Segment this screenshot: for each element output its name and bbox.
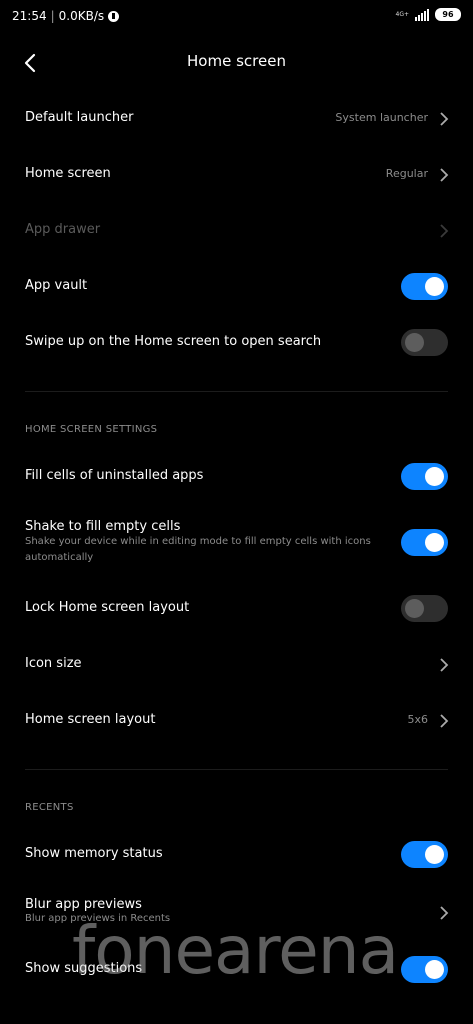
home-screen-layout-row[interactable]: Home screen layout 5x6 [0,694,473,746]
chevron-right-icon [439,111,449,126]
app-drawer-label: App drawer [25,222,101,237]
fill-cells-row: Fill cells of uninstalled apps [0,450,473,502]
section-divider [25,769,448,770]
signal-icon [415,8,429,21]
network-type: 4G+ [395,10,410,18]
shake-fill-description: Shake your device while in editing mode … [25,536,371,563]
chevron-right-icon [439,905,449,920]
home-screen-layout-label: Home screen layout [25,712,156,727]
memory-status-toggle[interactable] [401,841,448,868]
fill-cells-label: Fill cells of uninstalled apps [25,468,204,483]
network-speed: 0.0KB/s [58,9,105,23]
suggestions-toggle[interactable] [401,956,448,983]
app-vault-label: App vault [25,278,88,293]
memory-status-label: Show memory status [25,846,163,861]
default-launcher-label: Default launcher [25,110,134,125]
swipe-up-search-label: Swipe up on the Home screen to open sear… [25,334,322,349]
shake-fill-row: Shake to fill empty cells Shake your dev… [0,510,473,572]
status-time: 21:54 [12,9,47,23]
chevron-right-icon [439,657,449,672]
icon-size-label: Icon size [25,656,82,671]
suggestions-label: Show suggestions [25,961,143,976]
memory-status-row: Show memory status [0,828,473,880]
app-vault-toggle[interactable] [401,273,448,300]
shake-fill-label: Shake to fill empty cells [25,519,181,534]
blur-previews-label: Blur app previews [25,897,142,912]
vpn-key-icon [108,10,120,22]
lock-layout-label: Lock Home screen layout [25,600,190,615]
chevron-right-icon [439,713,449,728]
swipe-up-search-row: Swipe up on the Home screen to open sear… [0,316,473,368]
section-header-recents: RECENTS [25,802,74,813]
network-indicator: 4G+ [395,10,410,18]
status-separator: | [50,9,55,23]
blur-previews-description: Blur app previews in Recents [25,913,171,924]
section-divider [25,391,448,392]
lock-layout-toggle[interactable] [401,595,448,622]
chevron-right-icon [439,167,449,182]
app-drawer-row: App drawer [0,204,473,256]
home-screen-value: Regular [385,167,428,180]
fill-cells-toggle[interactable] [401,463,448,490]
swipe-up-search-toggle[interactable] [401,329,448,356]
chevron-right-icon [439,223,449,238]
header: Home screen [0,34,473,90]
blur-previews-row[interactable]: Blur app previews Blur app previews in R… [0,890,473,936]
default-launcher-row[interactable]: Default launcher System launcher [0,92,473,144]
status-bar: 21:54 | 0.0KB/s 4G+ 96 [0,0,473,34]
battery-icon: 96 [435,8,461,21]
suggestions-row: Show suggestions [0,944,473,996]
home-screen-layout-value: 5x6 [407,713,428,726]
status-right: 4G+ 96 [395,8,461,21]
home-screen-label: Home screen [25,166,111,181]
icon-size-row[interactable]: Icon size [0,638,473,690]
status-left: 21:54 | 0.0KB/s [12,9,120,23]
section-header-home-screen-settings: HOME SCREEN SETTINGS [25,424,158,435]
app-vault-row: App vault [0,260,473,312]
shake-fill-toggle[interactable] [401,529,448,556]
home-screen-row[interactable]: Home screen Regular [0,148,473,200]
page-title: Home screen [187,52,286,70]
lock-layout-row: Lock Home screen layout [0,582,473,634]
default-launcher-value: System launcher [335,111,428,124]
